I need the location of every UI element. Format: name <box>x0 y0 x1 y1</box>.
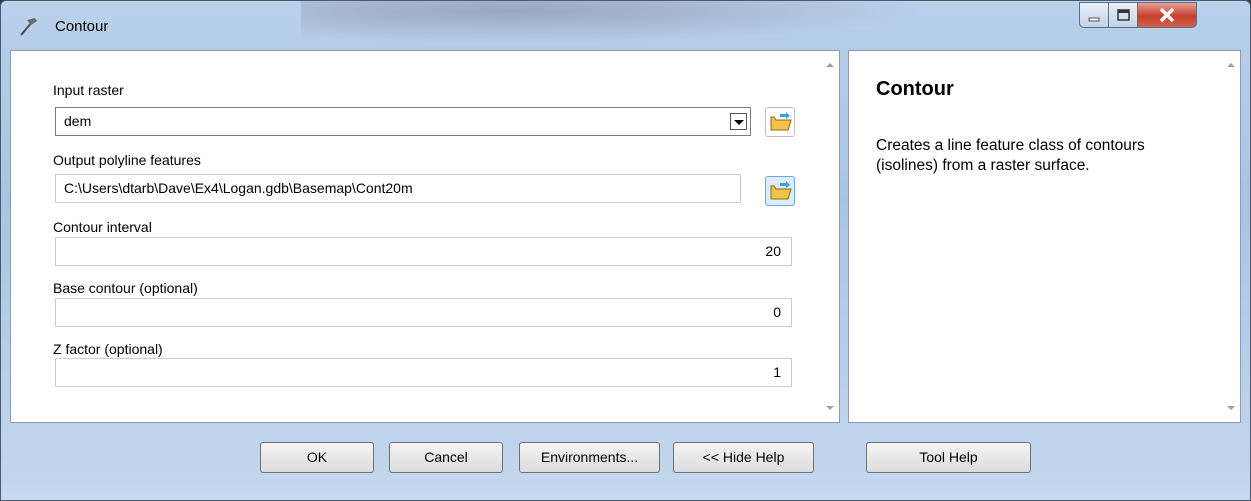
parameters-scrollbar[interactable] <box>822 51 839 422</box>
input-raster-dropdown[interactable]: dem <box>55 107 751 136</box>
cancel-button[interactable]: Cancel <box>389 442 503 473</box>
minimize-icon <box>1088 17 1100 22</box>
z-factor-input[interactable]: 1 <box>55 358 792 387</box>
close-icon <box>1159 7 1175 23</box>
ok-button[interactable]: OK <box>260 442 374 473</box>
input-raster-browse-button[interactable] <box>765 107 795 137</box>
environments-button[interactable]: Environments... <box>519 442 660 473</box>
close-button[interactable] <box>1137 2 1197 28</box>
input-raster-label: Input raster <box>53 82 124 98</box>
scroll-down-icon[interactable] <box>1227 406 1235 410</box>
minimize-button[interactable] <box>1079 2 1109 28</box>
base-contour-label: Base contour (optional) <box>53 280 198 296</box>
contour-interval-label: Contour interval <box>53 219 152 235</box>
window-title: Contour <box>55 18 109 35</box>
z-factor-label: Z factor (optional) <box>53 341 163 357</box>
tool-help-button[interactable]: Tool Help <box>866 442 1031 473</box>
tool-hammer-icon <box>20 18 37 36</box>
scroll-down-icon[interactable] <box>826 406 834 410</box>
maximize-icon <box>1117 9 1130 21</box>
help-description: Creates a line feature class of contours… <box>876 137 1145 174</box>
dialog-window: Contour Input raster dem Output polyline… <box>0 0 1251 501</box>
chevron-down-icon[interactable] <box>730 113 747 130</box>
hide-help-button[interactable]: << Hide Help <box>673 442 814 473</box>
help-title: Contour <box>876 78 954 100</box>
open-folder-icon <box>770 181 792 200</box>
parameters-panel: Input raster dem Output polyline feature… <box>10 50 840 423</box>
input-raster-value: dem <box>64 113 92 129</box>
title-bar[interactable]: Contour <box>1 1 1250 49</box>
output-polyline-label: Output polyline features <box>53 152 201 168</box>
help-panel: Contour Creates a line feature class of … <box>848 50 1241 423</box>
contour-interval-input[interactable]: 20 <box>55 237 792 266</box>
output-polyline-browse-button[interactable] <box>765 176 795 206</box>
base-contour-input[interactable]: 0 <box>55 298 792 327</box>
open-folder-icon <box>770 112 792 131</box>
scroll-up-icon[interactable] <box>826 63 834 67</box>
output-polyline-value: C:\Users\dtarb\Dave\Ex4\Logan.gdb\Basema… <box>64 180 413 196</box>
scroll-up-icon[interactable] <box>1227 63 1235 67</box>
output-polyline-input[interactable]: C:\Users\dtarb\Dave\Ex4\Logan.gdb\Basema… <box>55 174 741 203</box>
help-scrollbar[interactable] <box>1223 51 1240 422</box>
maximize-button[interactable] <box>1108 2 1138 28</box>
